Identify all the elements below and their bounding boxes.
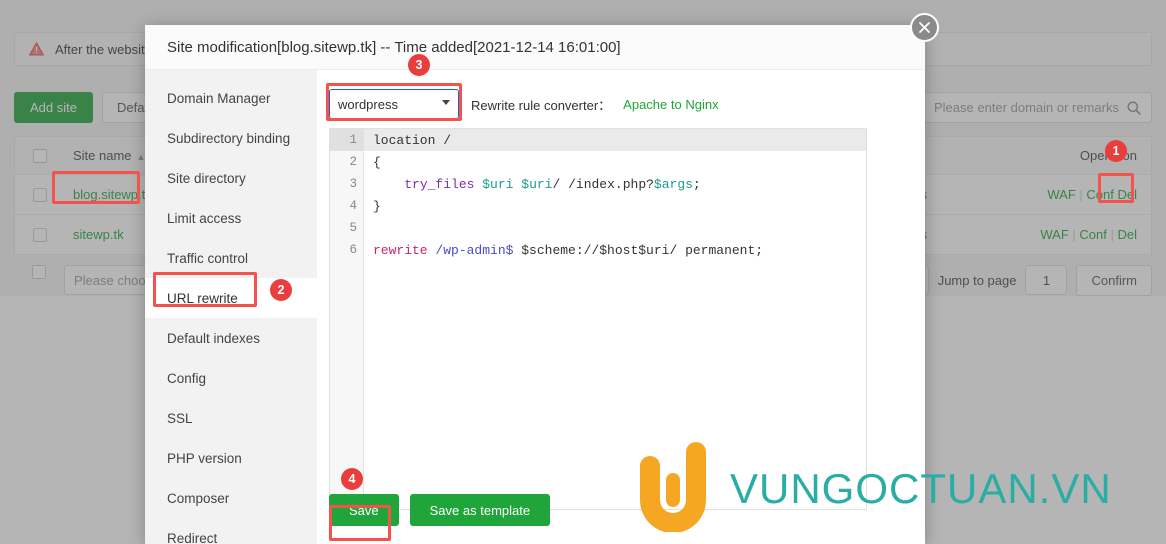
line-number: 6 — [349, 243, 357, 257]
line-number: 4 — [349, 199, 357, 213]
sidebar-item-label: Composer — [167, 490, 230, 506]
modal-footer: Save Save as template — [329, 494, 551, 526]
sidebar-item-label: PHP version — [167, 450, 242, 466]
sidebar-item-label: Redirect — [167, 530, 218, 544]
sidebar-item-default-indexes[interactable]: Default indexes — [145, 318, 317, 358]
sidebar-item-domain-manager[interactable]: Domain Manager — [145, 78, 317, 118]
rewrite-template-select-wrap[interactable]: wordpress — [329, 89, 459, 119]
code-line[interactable]: 4 } — [330, 195, 866, 217]
rewrite-template-select[interactable]: wordpress — [329, 89, 459, 119]
sidebar-item-label: Limit access — [167, 210, 242, 226]
line-number: 1 — [330, 129, 364, 151]
converter-label: Rewrite rule converter： — [471, 97, 612, 113]
annotation-badge-3: 3 — [408, 54, 430, 76]
rewrite-code-editor[interactable]: 1 location / 2 { 3 try_files $uri $uri/ … — [329, 128, 867, 510]
code-line[interactable]: 1 location / — [330, 129, 866, 151]
sidebar-item-label: Default indexes — [167, 330, 261, 346]
annotation-badge-1: 1 — [1105, 140, 1127, 162]
modal-main-panel: wordpress Rewrite rule converter： Apache… — [317, 70, 925, 544]
sidebar-item-config[interactable]: Config — [145, 358, 317, 398]
line-text: { — [373, 154, 381, 170]
screen: After the website is backup tasks to the… — [0, 0, 1166, 544]
code-line[interactable]: 2 { — [330, 151, 866, 173]
line-number: 3 — [349, 177, 357, 191]
sidebar-item-label: Subdirectory binding — [167, 130, 291, 146]
line-number: 5 — [349, 221, 357, 235]
sidebar-item-php-version[interactable]: PHP version — [145, 438, 317, 478]
apache-to-nginx-link[interactable]: Apache to Nginx — [623, 97, 718, 112]
sidebar-item-site-directory[interactable]: Site directory — [145, 158, 317, 198]
annotation-badge-2: 2 — [270, 279, 292, 301]
annotation-badge-4: 4 — [341, 468, 363, 490]
line-number: 2 — [349, 155, 357, 169]
line-text: rewrite /wp-admin$ $scheme://$host$uri/ … — [373, 242, 764, 258]
sidebar-item-label: URL rewrite — [167, 290, 238, 306]
line-text: try_files $uri $uri/ /index.php?$args; — [404, 176, 701, 192]
save-as-template-button[interactable]: Save as template — [409, 494, 551, 526]
sidebar-item-limit-access[interactable]: Limit access — [145, 198, 317, 238]
editor-lines: 1 location / 2 { 3 try_files $uri $uri/ … — [330, 129, 866, 261]
code-line[interactable]: 5 — [330, 217, 866, 239]
sidebar-item-label: Domain Manager — [167, 90, 271, 106]
sidebar-item-composer[interactable]: Composer — [145, 478, 317, 518]
sidebar-item-label: Config — [167, 370, 207, 386]
sidebar-item-subdirectory-binding[interactable]: Subdirectory binding — [145, 118, 317, 158]
sidebar-item-label: SSL — [167, 410, 193, 426]
code-line[interactable]: 6 rewrite /wp-admin$ $scheme://$host$uri… — [330, 239, 866, 261]
line-text: location / — [373, 132, 452, 148]
sidebar-item-label: Site directory — [167, 170, 246, 186]
site-modification-modal: Site modification[blog.sitewp.tk] -- Tim… — [145, 25, 925, 544]
code-line[interactable]: 3 try_files $uri $uri/ /index.php?$args; — [330, 173, 866, 195]
modal-sidebar: Domain Manager Subdirectory binding Site… — [145, 70, 317, 544]
sidebar-item-ssl[interactable]: SSL — [145, 398, 317, 438]
sidebar-item-url-rewrite[interactable]: URL rewrite — [145, 278, 317, 318]
sidebar-item-traffic-control[interactable]: Traffic control — [145, 238, 317, 278]
save-button[interactable]: Save — [329, 494, 399, 526]
rewrite-toolbar: wordpress Rewrite rule converter： Apache… — [317, 88, 925, 120]
sidebar-item-label: Traffic control — [167, 250, 249, 266]
sidebar-item-redirect[interactable]: Redirect — [145, 518, 317, 544]
close-icon[interactable] — [910, 13, 939, 42]
modal-body: Domain Manager Subdirectory binding Site… — [145, 70, 925, 544]
line-text: } — [373, 198, 381, 214]
modal-title: Site modification[blog.sitewp.tk] -- Tim… — [145, 25, 925, 70]
